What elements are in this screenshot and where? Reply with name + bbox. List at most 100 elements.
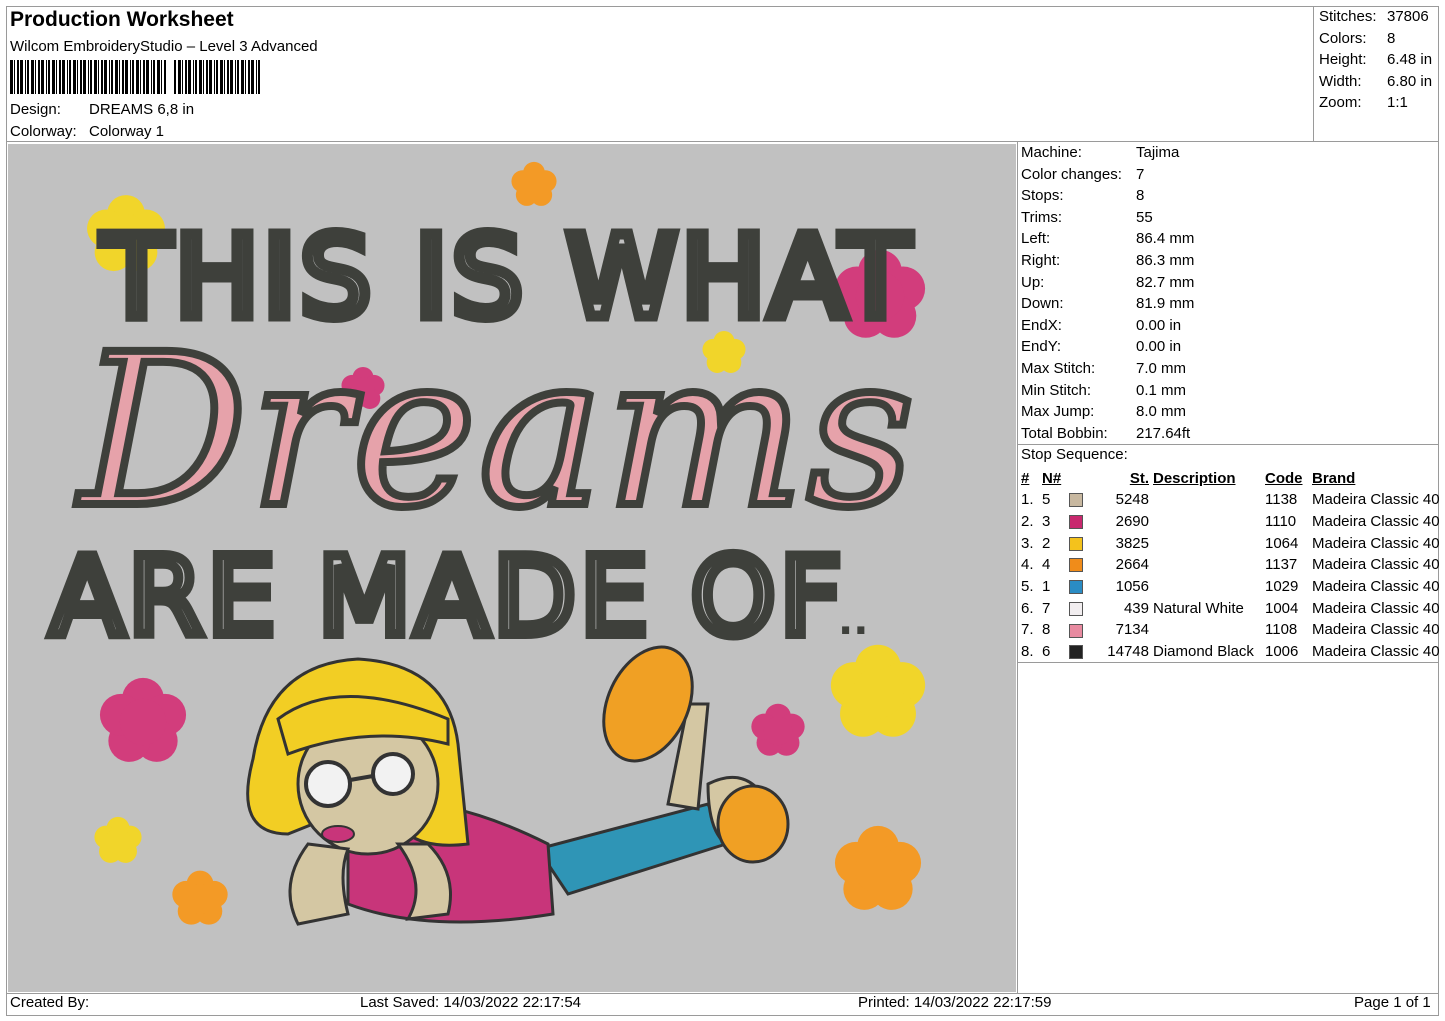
embroidery-artwork: THIS IS WHAT Dreams ARE MADE OF .. [45,161,926,926]
page-number: Page 1 of 1 [1354,994,1431,1011]
design-value: DREAMS 6,8 in [89,101,195,118]
stat-colors: Colors: 8 [1319,29,1396,47]
cell-swatch [1069,489,1089,511]
info-total-bobbin: Total Bobbin: 217.64ft [1021,424,1191,442]
info-min-stitch: Min Stitch: 0.1 mm [1021,381,1187,399]
cell-desc [1153,554,1265,576]
info-machine: Machine: Tajima [1021,144,1180,161]
info-max-jump: Max Jump: 8.0 mm [1021,403,1187,421]
table-row: 6. 7 439 Natural White 1004 Madeira Classic 4… [1019,597,1440,619]
cell-swatch [1069,597,1089,619]
info-max-stitch: Max Stitch: 7.0 mm [1021,359,1187,377]
flower-icon [94,816,142,863]
cell-desc [1153,619,1265,641]
cell-swatch [1069,532,1089,554]
cell-n: 8 [1042,621,1051,639]
table-row: 4. 4 2664 1137 Madeira Classic 40 [1019,554,1440,576]
cell-code: 1064 [1265,534,1299,552]
info-color-changes: Color changes: 7 [1021,165,1145,183]
page-title: Production Worksheet [10,8,234,31]
info-right: Right: 86.3 mm [1021,251,1195,269]
cell-idx: 6. [1021,599,1034,617]
cell-swatch [1069,641,1089,663]
cell-code: 1006 [1265,643,1299,661]
design-stats: Stitches: 37806 Colors: 8 Height: 6.48 in W… [1319,6,1432,114]
cell-st: 2664 [1115,556,1149,574]
table-row: 2. 3 2690 1110 Madeira Classic 40 [1019,511,1440,533]
cell-st: 2690 [1115,513,1149,531]
flower-icon [834,825,922,910]
color-swatch [1069,645,1083,660]
design-text-line2: Dreams [75,309,916,554]
table-row: 8. 6 14748 Diamond Black 1006 Madeira Classic… [1019,641,1440,663]
info-endx: EndX: 0.00 in [1021,316,1182,334]
cell-swatch [1069,511,1089,533]
colorway-label: Colorway: [10,123,77,140]
cell-brand: Madeira Classic 40 [1312,578,1440,596]
info-stops: Stops: 8 [1021,187,1145,205]
color-swatch [1069,601,1083,616]
barcode [10,60,260,94]
table-row: 5. 1 1056 1029 Madeira Classic 40 [1019,576,1440,598]
stat-zoom: Zoom: 1:1 [1319,94,1408,112]
cell-idx: 4. [1021,556,1034,574]
cell-st: 14748 [1107,643,1149,661]
header-idx: # [1021,470,1030,487]
cell-idx: 7. [1021,621,1034,639]
stat-stitches: Stitches: 37806 [1319,8,1429,25]
cell-brand: Madeira Classic 40 [1312,621,1440,639]
stat-height: Height: 6.48 in [1319,51,1433,69]
info-up: Up: 82.7 mm [1021,273,1195,291]
cell-swatch [1069,554,1089,576]
cell-st: 5248 [1115,491,1149,509]
design-preview: THIS IS WHAT Dreams ARE MADE OF .. [8,144,1016,992]
color-swatch [1069,558,1083,573]
header-desc: Description [1153,470,1236,487]
header-brand: Brand [1312,470,1356,487]
cell-desc [1153,576,1265,598]
info-divider [1017,141,1018,993]
cell-brand: Madeira Classic 40 [1312,513,1440,531]
machine-info: Machine: Tajima Color changes: 7 Stops: 8 T… [1021,142,1194,444]
cell-code: 1110 [1265,513,1297,531]
cell-desc [1153,489,1265,511]
cell-n: 1 [1042,578,1051,596]
cell-code: 1137 [1265,556,1298,574]
cell-idx: 8. [1021,643,1034,661]
header-divider [6,141,1439,142]
cell-code: 1138 [1265,491,1298,509]
stop-sequence-table: # N# St. Description Code Brand 1. 5 5248 1… [1019,468,1440,663]
info-trims: Trims: 55 [1021,208,1153,226]
cell-st: 7134 [1115,621,1149,639]
cell-swatch [1069,619,1089,641]
cell-idx: 5. [1021,578,1034,596]
header-st: St. [1129,470,1149,487]
cell-idx: 1. [1021,491,1034,509]
cell-n: 2 [1042,534,1051,552]
color-swatch [1069,536,1083,551]
colorway-value: Colorway 1 [89,123,165,140]
design-label: Design: [10,101,61,118]
software-name: Wilcom EmbroideryStudio – Level 3 Advanc… [10,38,318,55]
info-left: Left: 86.4 mm [1021,230,1195,248]
cell-brand: Madeira Classic 40 [1312,534,1440,552]
table-header: # N# St. Description Code Brand [1019,468,1440,489]
color-swatch [1069,580,1083,595]
table-row: 7. 8 7134 1108 Madeira Classic 40 [1019,619,1440,641]
stop-sequence-title: Stop Sequence: [1021,446,1128,463]
footer-divider [6,993,1439,994]
cell-swatch [1069,576,1089,598]
girl-illustration [246,645,790,926]
cell-brand: Madeira Classic 40 [1312,491,1440,509]
flower-icon [172,870,228,925]
design-text-line3: ARE MADE OF [50,535,845,660]
flower-icon [511,161,557,206]
cell-st: 3825 [1115,534,1149,552]
created-by: Created By: [10,994,90,1011]
stat-width: Width: 6.80 in [1319,72,1433,90]
header-swatch [1069,468,1089,489]
table-row: 3. 2 3825 1064 Madeira Classic 40 [1019,532,1440,554]
printed-date: Printed: 14/03/2022 22:17:59 [858,994,1052,1011]
cell-code: 1108 [1265,621,1298,639]
last-saved: Last Saved: 14/03/2022 22:17:54 [360,994,582,1011]
